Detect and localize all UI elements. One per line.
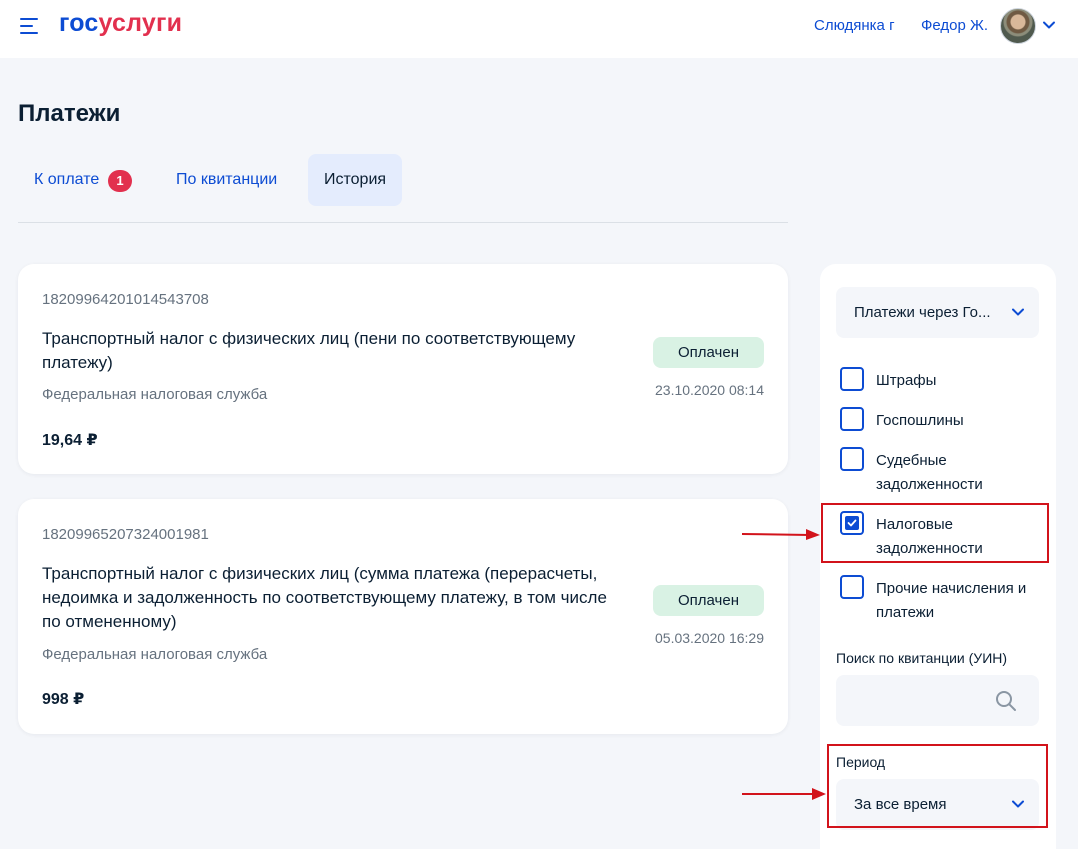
chevron-down-icon [1012,308,1024,316]
user-name[interactable]: Федор Ж. [921,17,988,34]
status-badge: Оплачен [653,337,764,368]
count-badge: 1 [108,170,132,192]
payment-source-select[interactable]: Платежи через Го... [836,287,1039,338]
filter-other-charges[interactable]: Прочие начисления и платежи [840,575,1050,625]
payment-number: 18209965207324001981 [42,526,209,543]
page-title: Платежи [18,100,121,127]
payment-date: 23.10.2020 08:14 [655,382,764,398]
arrow-right-icon [742,788,826,800]
payment-amount: 19,64 ₽ [42,432,98,449]
payment-title: Транспортный налог с физических лиц (сум… [42,564,607,631]
payment-title: Транспортный налог с физических лиц (пен… [42,329,576,372]
payment-org: Федеральная налоговая служба [42,386,268,403]
highlight-box [827,744,1048,828]
checkbox[interactable] [840,447,864,471]
filter-fines[interactable]: Штрафы [840,367,1050,393]
payment-card[interactable]: 18209964201014543708 Транспортный налог … [18,264,788,474]
tab-history[interactable]: История [308,154,402,206]
highlight-box [821,503,1049,563]
filter-court-debts[interactable]: Судебные задолженности [840,447,1050,497]
checkbox[interactable] [840,575,864,599]
status-badge: Оплачен [653,585,764,616]
top-bar: госуслуги Слюдянка г Федор Ж. [0,0,1078,58]
arrow-right-icon [741,529,820,540]
tab-by-receipt[interactable]: По квитанции [160,154,296,206]
filter-duties[interactable]: Госпошлины [840,407,1050,433]
search-icon[interactable] [995,690,1017,712]
menu-icon[interactable] [20,17,40,35]
payment-org: Федеральная налоговая служба [42,646,268,663]
search-label: Поиск по квитанции (УИН) [836,650,1008,666]
avatar[interactable] [1000,8,1036,44]
checkbox[interactable] [840,407,864,431]
payment-amount: 998 ₽ [42,691,85,708]
payment-number: 18209964201014543708 [42,291,209,308]
tabs-divider [18,222,788,223]
checkbox[interactable] [840,367,864,391]
payment-card[interactable]: 18209965207324001981 Транспортный налог … [18,499,788,734]
gosuslugi-logo[interactable]: госуслуги [59,9,182,38]
payment-date: 05.03.2020 16:29 [655,630,764,646]
chevron-down-icon[interactable] [1042,18,1056,32]
city-selector[interactable]: Слюдянка г [814,17,895,34]
